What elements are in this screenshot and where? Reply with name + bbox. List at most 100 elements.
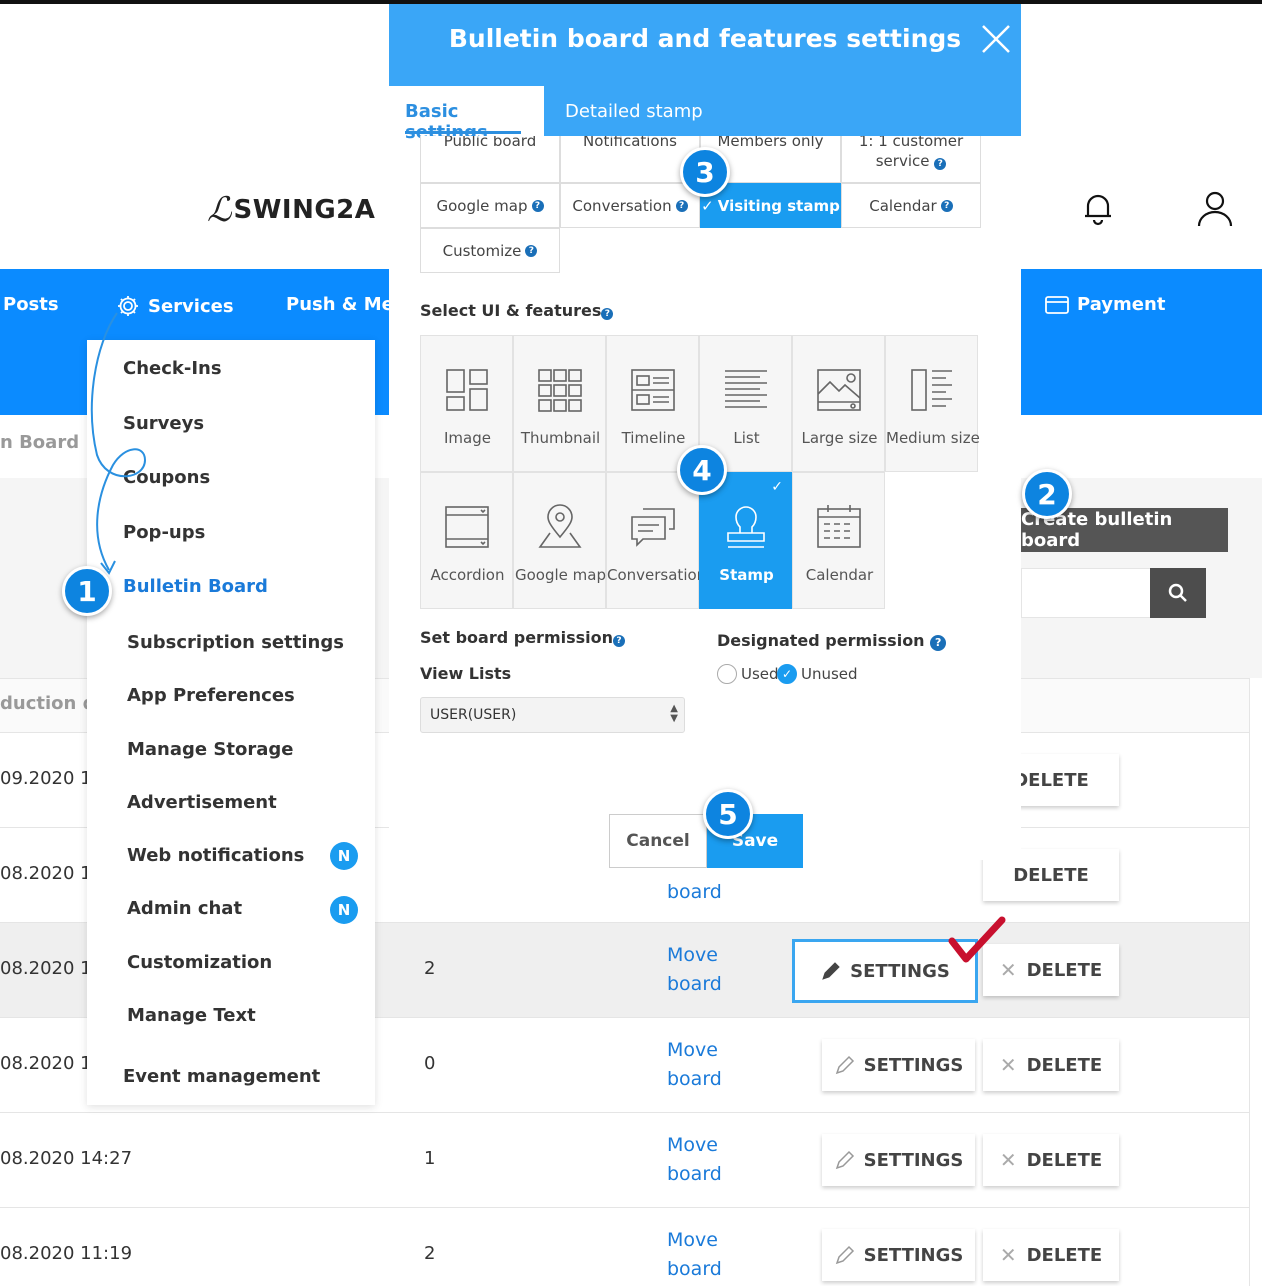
new-badge: N [330,842,358,870]
select-ui-label: Select UI & features? [420,301,614,320]
feature-conversation[interactable]: Conversation? [560,183,700,228]
pencil-icon [835,1150,854,1170]
settings-button[interactable]: SETTINGS [822,1039,975,1091]
radio-unused[interactable]: ✓ Unused [777,664,858,684]
help-icon: ? [613,635,626,647]
list-icon [725,370,767,408]
feature-public-board[interactable]: Public board [420,136,560,183]
move-board-link[interactable]: Move board [667,1131,747,1189]
nav-push[interactable]: Push & Me [278,294,389,315]
step-marker-1: 1 [62,566,112,616]
pencil-icon [822,962,840,980]
move-board-link[interactable]: Move board [667,941,747,999]
menu-item-advertisement[interactable]: Advertisement [127,792,277,813]
settings-button[interactable]: SETTINGS [822,1134,975,1186]
help-icon: ? [930,634,947,651]
table-row: 08.2020 11:19 2 Move board SETTINGS ✕ DELE… [0,1208,1250,1286]
step-marker-3: 3 [680,147,730,197]
move-board-link[interactable]: board [667,878,747,907]
calendar-icon [817,505,861,548]
help-icon: ? [601,308,614,320]
designated-permission-label: Designated permission ? [717,631,947,651]
feature-calendar[interactable]: Calendar? [841,183,981,228]
tab-basic-settings[interactable]: Basic settings [389,86,544,143]
ui-tile-thumbnail[interactable]: Thumbnail [513,335,606,472]
app-logo[interactable]: ℒ SWING2A [207,188,375,232]
ui-tile-medium-size[interactable]: Medium size [885,335,980,472]
ui-tile-google-map[interactable]: Google map [513,472,606,609]
thumbnail-grid-icon [538,369,582,412]
feature-google-map[interactable]: Google map? [420,183,560,228]
help-icon: ? [675,199,688,212]
help-icon: ? [934,158,947,170]
ui-tile-large-size[interactable]: Large size [792,335,885,472]
step-marker-4: 4 [677,445,727,495]
annotation-arrow-icon [90,312,147,575]
ui-tile-stamp[interactable]: ✓ Stamp [699,472,792,609]
menu-item-event-management[interactable]: Event management [123,1066,320,1087]
ui-tile-conversation[interactable]: Conversation [606,472,706,609]
help-icon: ? [531,199,544,212]
delete-button[interactable]: ✕ DELETE [983,1229,1119,1281]
stamp-icon [727,506,765,548]
set-permission-label: Set board permission? [420,628,626,647]
pencil-icon [835,1245,854,1265]
new-badge: N [330,896,358,924]
image-layout-icon [446,369,488,411]
move-board-link[interactable]: Move board [667,1036,747,1094]
feature-customize[interactable]: Customize? [420,228,560,273]
step-marker-2: 2 [1022,469,1072,519]
nav-posts[interactable]: Posts [3,294,59,315]
menu-item-customization[interactable]: Customization [127,952,272,973]
search-button[interactable] [1150,568,1206,618]
move-board-link[interactable]: Move board [667,1226,747,1284]
check-icon: ✓ [701,196,714,215]
close-icon: ✕ [999,1243,1017,1267]
breadcrumb: n Board [0,432,80,453]
annotation-check-icon [948,916,1006,963]
card-icon [1045,295,1069,314]
bell-icon[interactable] [1078,188,1118,228]
menu-item-app-preferences[interactable]: App Preferences [127,685,295,706]
help-icon: ? [525,244,538,257]
settings-modal: Bulletin board and features settings Bas… [389,4,1021,860]
timeline-icon [631,369,675,411]
settings-button[interactable]: SETTINGS [822,1229,975,1281]
delete-button[interactable]: ✕ DELETE [983,1039,1119,1091]
search-input[interactable] [1021,568,1151,618]
user-icon[interactable] [1194,188,1236,230]
map-pin-icon [538,504,582,548]
search-icon [1168,583,1187,602]
cancel-button[interactable]: Cancel [609,814,707,868]
view-lists-select[interactable]: USER(USER) ▲ ▼ [420,697,685,733]
feature-notifications[interactable]: Notifications [560,136,700,183]
close-icon[interactable] [979,22,1013,56]
nav-payment[interactable]: Payment [1045,294,1165,315]
table-row: 08.2020 14:27 1 Move board SETTINGS ✕ DELE… [0,1113,1250,1208]
tab-detailed-stamp[interactable]: Detailed stamp [565,101,703,122]
chat-icon [631,508,675,547]
ui-tile-accordion[interactable]: Accordion [420,472,513,609]
large-image-icon [817,369,861,411]
help-icon: ? [940,199,953,212]
close-icon: ✕ [999,1148,1017,1172]
select-arrows-icon: ▲ ▼ [670,703,678,724]
modal-title: Bulletin board and features settings [448,24,962,53]
menu-item-subscription-settings[interactable]: Subscription settings [127,632,344,653]
check-icon: ✓ [771,479,783,495]
medium-layout-icon [911,369,952,411]
radio-used[interactable]: Used [717,664,779,684]
accordion-icon [445,506,489,548]
menu-item-admin-chat[interactable]: Admin chat [127,898,242,919]
ui-tile-calendar[interactable]: Calendar [792,472,885,609]
menu-item-manage-text[interactable]: Manage Text [127,1005,256,1026]
ui-tile-image[interactable]: Image [420,335,513,472]
pencil-icon [835,1055,854,1075]
step-marker-5: 5 [703,789,753,839]
feature-customer-service[interactable]: 1: 1 customer service ? [841,136,981,183]
menu-item-manage-storage[interactable]: Manage Storage [127,739,293,760]
menu-item-web-notifications[interactable]: Web notifications [127,845,304,866]
delete-button[interactable]: ✕ DELETE [983,1134,1119,1186]
close-icon: ✕ [999,1053,1017,1077]
view-lists-label: View Lists [420,664,512,683]
